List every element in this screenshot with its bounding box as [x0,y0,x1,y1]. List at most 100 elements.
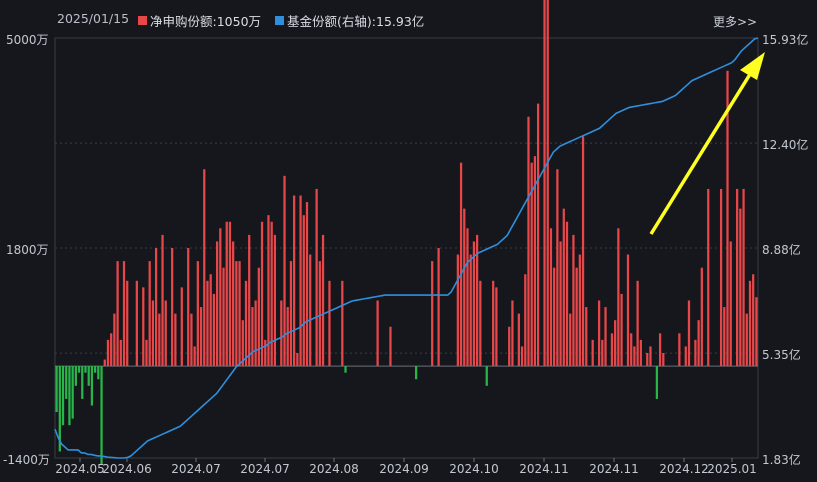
x-tick-label: 2025.01 [707,462,757,476]
bar [662,353,665,367]
bar [113,313,116,367]
bar [508,326,511,367]
bar [527,116,530,367]
bar [55,366,58,413]
bar [264,339,267,367]
bar [687,300,691,367]
x-tick-label: 2024.08 [309,462,359,476]
bar [700,267,703,367]
bar [84,366,87,373]
bar [748,280,752,367]
bar [309,254,312,367]
bar [745,313,748,367]
bar [251,307,254,367]
bar [293,195,296,367]
bar [376,300,379,367]
bar [752,274,755,367]
bar [549,228,553,367]
arrow-head [740,52,765,80]
bar [492,280,495,367]
bar [222,267,225,367]
bar [328,280,331,367]
bar [389,326,392,367]
bar [559,241,562,367]
bar [431,261,434,367]
bar [90,366,94,406]
bar [206,280,209,367]
bar [620,293,623,367]
bar [142,287,145,367]
bar [578,254,581,367]
bar [485,366,488,386]
bar [646,353,649,367]
bar [219,228,222,367]
bar [633,346,636,367]
bar [585,307,588,367]
bar [212,293,216,367]
bar [260,221,264,367]
bar [232,241,235,367]
bar [524,274,527,367]
bar [649,346,652,367]
bar [244,280,248,367]
bar [158,313,161,367]
bar [193,346,196,367]
bar [321,234,325,367]
bar [344,366,347,373]
bar [511,300,514,367]
bar [315,188,318,367]
bar [100,366,103,465]
bar [225,221,228,367]
bar [601,339,604,367]
bar [289,261,293,367]
bar [77,366,81,373]
bar [658,333,662,367]
bar [617,228,620,367]
bar [575,267,578,367]
bar [145,339,148,367]
x-tick-label: 2024.11 [589,462,639,476]
bar [479,280,482,367]
bar [517,313,520,367]
x-tick-label: 2024.09 [379,462,429,476]
bar [472,241,476,367]
bar [164,300,167,367]
bar [459,162,463,367]
bar [543,0,546,367]
bar [707,188,710,367]
bar [742,188,745,367]
bar [495,287,498,367]
bar [106,339,110,367]
bar [119,339,122,367]
bar [302,215,305,367]
bar [736,188,739,367]
bar [187,248,190,367]
bar [469,254,472,367]
bar [116,261,119,367]
bar [678,333,681,367]
bar [148,261,151,367]
bar [248,234,251,367]
x-tick-label: 2024.07 [171,462,221,476]
bar [565,221,569,367]
bar [341,280,344,367]
bar [94,366,97,373]
bar [614,320,617,367]
bar [103,359,106,367]
bar [536,103,540,367]
bar [97,366,100,380]
bar [466,228,469,367]
bar [280,300,283,367]
bar [154,248,158,367]
bar [235,261,238,367]
bar [71,366,74,419]
bar [562,208,565,367]
bar [305,202,309,367]
bar [81,366,84,399]
bar [630,333,633,367]
bar [694,339,697,367]
bar [122,261,126,367]
bar [697,320,700,367]
bar [318,261,321,367]
bar [238,261,241,367]
